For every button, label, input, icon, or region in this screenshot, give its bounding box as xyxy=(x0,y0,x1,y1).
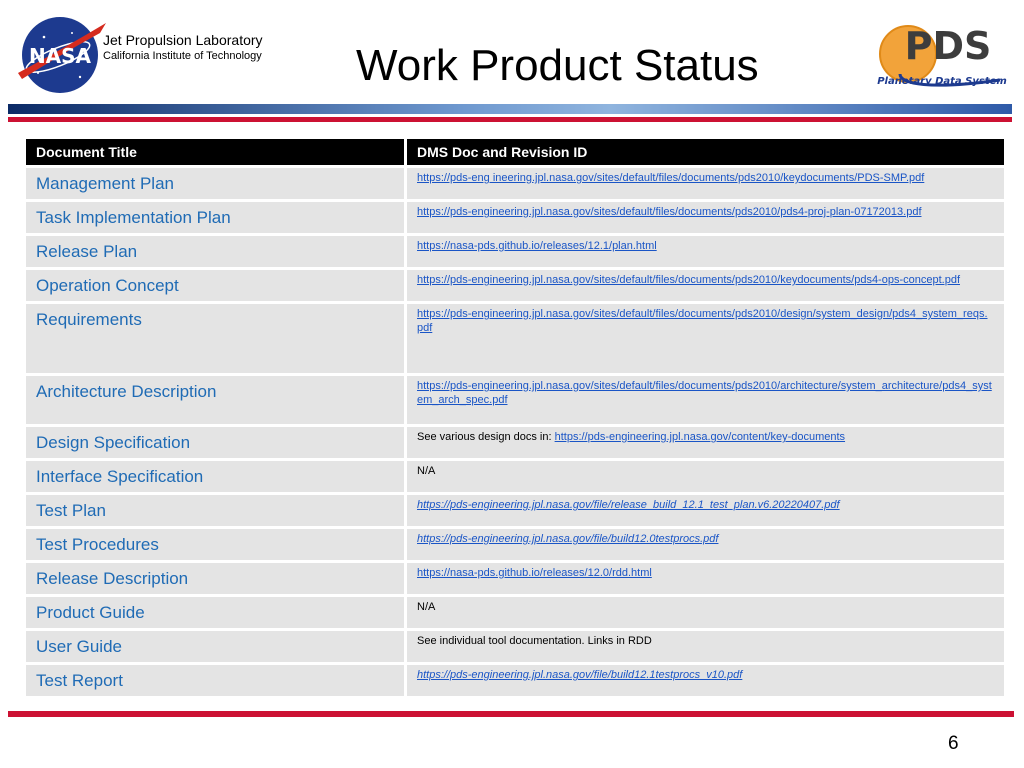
page-title: Work Product Status xyxy=(356,41,759,90)
nasa-logo: NASA xyxy=(14,15,108,95)
doc-title-cell: Product Guide xyxy=(26,597,407,628)
doc-title-cell: Task Implementation Plan xyxy=(26,202,407,233)
footer-divider-red xyxy=(8,711,1014,717)
col-header-dms-doc-id: DMS Doc and Revision ID xyxy=(407,139,1004,165)
doc-title-cell: Design Specification xyxy=(26,427,407,458)
doc-id-cell: https://pds-engineering.jpl.nasa.gov/sit… xyxy=(407,376,1004,424)
table-row: Requirements https://pds-engineering.jpl… xyxy=(26,304,1004,373)
doc-title: Release Plan xyxy=(36,242,138,261)
table-row: Test Report https://pds-engineering.jpl.… xyxy=(26,665,1004,696)
table-row: Test Procedures https://pds-engineering.… xyxy=(26,529,1004,560)
col-header-document-title: Document Title xyxy=(26,139,407,165)
doc-id-cell: https://pds-engineering.jpl.nasa.gov/sit… xyxy=(407,270,1004,301)
doc-title: Product Guide xyxy=(36,603,145,622)
doc-link[interactable]: https://pds-engineering.jpl.nasa.gov/fil… xyxy=(407,529,1004,546)
table-row: User Guide See individual tool documenta… xyxy=(26,631,1004,662)
table-row: Design Specification See various design … xyxy=(26,427,1004,458)
doc-link[interactable]: https://pds-engineering.jpl.nasa.gov/sit… xyxy=(407,376,1004,407)
doc-title-cell: Test Report xyxy=(26,665,407,696)
pds-logo: PDS Planetary Data System xyxy=(860,14,1010,92)
doc-id-cell: N/A xyxy=(407,597,1004,628)
svg-text:NASA: NASA xyxy=(29,44,92,68)
doc-id-cell: https://pds-engineering.jpl.nasa.gov/sit… xyxy=(407,304,1004,373)
svg-text:PDS: PDS xyxy=(905,24,992,68)
doc-link[interactable]: https://pds-engineering.jpl.nasa.gov/fil… xyxy=(407,665,1004,682)
header-divider-gradient xyxy=(8,104,1012,114)
svg-text:Planetary Data System: Planetary Data System xyxy=(877,76,1007,87)
doc-title: Requirements xyxy=(36,310,142,329)
table-row: Task Implementation Plan https://pds-eng… xyxy=(26,202,1004,233)
doc-id-cell: https://pds-engineering.jpl.nasa.gov/fil… xyxy=(407,665,1004,696)
doc-title-cell: User Guide xyxy=(26,631,407,662)
doc-id-cell: See individual tool documentation. Links… xyxy=(407,631,1004,662)
table-row: Management Plan https://pds-eng ineering… xyxy=(26,168,1004,199)
doc-link[interactable]: https://pds-engineering.jpl.nasa.gov/sit… xyxy=(407,304,1004,335)
doc-note-prefix: See various design docs in: xyxy=(417,431,555,443)
doc-note: See various design docs in: https://pds-… xyxy=(407,427,1004,444)
work-product-table: Document Title DMS Doc and Revision ID M… xyxy=(26,136,1004,699)
org-name: Jet Propulsion Laboratory California Ins… xyxy=(103,32,263,63)
doc-id-cell: See various design docs in: https://pds-… xyxy=(407,427,1004,458)
doc-title: User Guide xyxy=(36,637,122,656)
table-row: Operation Concept https://pds-engineerin… xyxy=(26,270,1004,301)
doc-link[interactable]: https://pds-engineering.jpl.nasa.gov/sit… xyxy=(407,202,1004,219)
org-line1: Jet Propulsion Laboratory xyxy=(103,32,263,48)
doc-link[interactable]: https://pds-engineering.jpl.nasa.gov/fil… xyxy=(407,495,1004,512)
org-line2: California Institute of Technology xyxy=(103,50,262,62)
doc-title-cell: Requirements xyxy=(26,304,407,373)
doc-link[interactable]: https://nasa-pds.github.io/releases/12.0… xyxy=(407,563,1004,580)
page-number: 6 xyxy=(948,733,959,754)
doc-link[interactable]: https://nasa-pds.github.io/releases/12.1… xyxy=(407,236,1004,253)
doc-link[interactable]: https://pds-engineering.jpl.nasa.gov/sit… xyxy=(407,270,1004,287)
doc-id-cell: https://nasa-pds.github.io/releases/12.0… xyxy=(407,563,1004,594)
doc-title: Architecture Description xyxy=(36,382,217,401)
doc-title: Design Specification xyxy=(36,433,191,452)
doc-title-cell: Interface Specification xyxy=(26,461,407,492)
doc-note: N/A xyxy=(417,601,436,613)
table-row: Interface Specification N/A xyxy=(26,461,1004,492)
doc-title: Test Procedures xyxy=(36,535,159,554)
doc-title: Interface Specification xyxy=(36,467,204,486)
doc-title-cell: Test Plan xyxy=(26,495,407,526)
doc-note: N/A xyxy=(417,465,436,477)
doc-title-cell: Operation Concept xyxy=(26,270,407,301)
doc-note: See individual tool documentation. Links… xyxy=(417,635,652,647)
doc-title: Test Plan xyxy=(36,501,106,520)
table-row: Release Plan https://nasa-pds.github.io/… xyxy=(26,236,1004,267)
doc-id-cell: https://pds-eng ineering.jpl.nasa.gov/si… xyxy=(407,168,1004,199)
doc-title-cell: Management Plan xyxy=(26,168,407,199)
doc-link[interactable]: https://pds-eng ineering.jpl.nasa.gov/si… xyxy=(407,168,1004,185)
doc-title-cell: Architecture Description xyxy=(26,376,407,424)
doc-title: Release Description xyxy=(36,569,189,588)
doc-title: Operation Concept xyxy=(36,276,179,295)
table-row: Test Plan https://pds-engineering.jpl.na… xyxy=(26,495,1004,526)
doc-title: Test Report xyxy=(36,671,123,690)
doc-title-cell: Test Procedures xyxy=(26,529,407,560)
doc-title-cell: Release Description xyxy=(26,563,407,594)
doc-id-cell: N/A xyxy=(407,461,1004,492)
table-row: Release Description https://nasa-pds.git… xyxy=(26,563,1004,594)
doc-link[interactable]: https://pds-engineering.jpl.nasa.gov/con… xyxy=(555,431,845,443)
table-header-row: Document Title DMS Doc and Revision ID xyxy=(26,139,1004,165)
table-row: Architecture Description https://pds-eng… xyxy=(26,376,1004,424)
doc-id-cell: https://nasa-pds.github.io/releases/12.1… xyxy=(407,236,1004,267)
doc-title-cell: Release Plan xyxy=(26,236,407,267)
header-divider-red xyxy=(8,117,1012,122)
doc-id-cell: https://pds-engineering.jpl.nasa.gov/fil… xyxy=(407,529,1004,560)
doc-id-cell: https://pds-engineering.jpl.nasa.gov/sit… xyxy=(407,202,1004,233)
doc-title: Task Implementation Plan xyxy=(36,208,231,227)
table-row: Product Guide N/A xyxy=(26,597,1004,628)
doc-title: Management Plan xyxy=(36,174,174,193)
doc-id-cell: https://pds-engineering.jpl.nasa.gov/fil… xyxy=(407,495,1004,526)
